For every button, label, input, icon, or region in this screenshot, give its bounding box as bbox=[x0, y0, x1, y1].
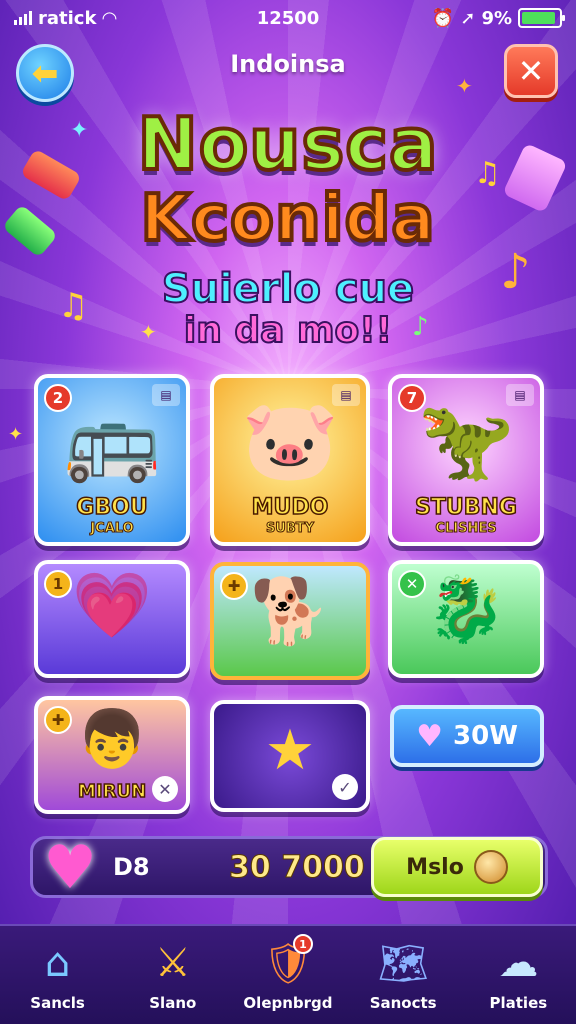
map-icon: 🗺 bbox=[377, 940, 429, 987]
nav-label: Slano bbox=[149, 994, 197, 1012]
tile-subtitle: CLISHES bbox=[435, 521, 497, 537]
wallet-amount: 30 7000 bbox=[229, 850, 366, 886]
status-right: ⏰ ➚ 9% bbox=[431, 7, 565, 29]
tagline-line-1: Suierlo cue bbox=[161, 265, 415, 313]
nav-item-battle[interactable]: ⚔ Slano bbox=[118, 926, 228, 1024]
signal-icon bbox=[14, 11, 32, 25]
logo-line-1: Nousca bbox=[135, 100, 439, 188]
close-icon: ✕ bbox=[517, 52, 545, 90]
nav-label: Olepnbrgd bbox=[243, 994, 333, 1012]
game-tile[interactable]: ✕ 🐉 bbox=[388, 560, 544, 678]
wallet-action-button[interactable]: Mslo bbox=[371, 837, 543, 897]
location-icon: ➚ bbox=[460, 7, 476, 29]
tagline-line-2: in da mo!! bbox=[183, 309, 393, 352]
tile-title: STUBNG bbox=[414, 494, 517, 521]
tile-check-button[interactable]: ✓ bbox=[332, 774, 358, 800]
game-tile[interactable]: 2 ▤ 🚌 GBOU JCALO bbox=[34, 374, 190, 546]
wallet-button-label: Mslo bbox=[406, 854, 464, 880]
game-tile[interactable]: ▤ 🐷 MUDO SUBTY bbox=[210, 374, 370, 546]
tile-subtitle: SUBTY bbox=[265, 521, 315, 537]
tile-subtitle: JCALO bbox=[90, 521, 134, 537]
score-value: 30W bbox=[453, 721, 518, 751]
status-bar: ratick ◠ 12500 ⏰ ➚ 9% bbox=[0, 0, 576, 36]
carrier-label: ratick bbox=[38, 7, 97, 29]
wifi-icon: ◠ bbox=[102, 7, 117, 29]
sparkle-icon: ✦ bbox=[8, 424, 24, 445]
logo-line-2: Kconida bbox=[139, 180, 437, 258]
rainbow-heart-icon: ♥ bbox=[43, 833, 97, 903]
sword-shield-icon: ⚔ bbox=[154, 940, 191, 986]
heart-icon: ♥ bbox=[416, 718, 444, 754]
notification-badge: 1 bbox=[292, 934, 313, 954]
game-tile[interactable]: ✚ 👦 MIRUN ✕ bbox=[34, 696, 190, 814]
kid-icon: 👦 bbox=[77, 707, 147, 772]
dinosaur-icon: 🦖 bbox=[417, 396, 515, 486]
game-tile[interactable]: ★ ✓ bbox=[210, 700, 370, 812]
nav-item-home[interactable]: ⌂ Sancls bbox=[3, 926, 113, 1024]
home-icon: ⌂ bbox=[44, 940, 71, 986]
bus-icon: 🚌 bbox=[63, 396, 161, 486]
dragon-icon: 🐉 bbox=[426, 573, 506, 647]
game-tile[interactable]: 7 ▤ 🦖 STUBNG CLISHES bbox=[388, 374, 544, 546]
tile-title: GBOU bbox=[76, 494, 149, 521]
status-left: ratick ◠ bbox=[14, 8, 116, 29]
wallet-label: D8 bbox=[113, 853, 150, 881]
nav-item-players[interactable]: ☁ Platies bbox=[463, 926, 573, 1024]
nav-label: Platies bbox=[489, 994, 548, 1012]
battery-percent: 9% bbox=[481, 7, 512, 29]
coin-icon bbox=[473, 850, 508, 884]
nav-label: Sanocts bbox=[369, 994, 437, 1012]
nav-item-challenges[interactable]: 🛡 1 Olepnbrgd bbox=[233, 926, 343, 1024]
cloud-icon: ☁ bbox=[498, 940, 539, 986]
score-pill[interactable]: ♥ 30W bbox=[390, 705, 544, 767]
battery-icon bbox=[518, 8, 565, 28]
page-title: Indoinsa bbox=[230, 50, 346, 78]
dog-icon: 🐕 bbox=[250, 575, 330, 649]
tile-close-button[interactable]: ✕ bbox=[152, 776, 178, 802]
nav-item-map[interactable]: 🗺 Sanocts bbox=[348, 926, 458, 1024]
character-icon: 🐷 bbox=[241, 396, 339, 486]
nav-label: Sancls bbox=[30, 994, 85, 1012]
game-tile[interactable]: 1 💗 bbox=[34, 560, 190, 678]
wallet-bar: ♥ D8 30 7000 Mslo bbox=[30, 833, 548, 903]
heart-icon: 💗 bbox=[72, 569, 152, 643]
close-button[interactable]: ✕ bbox=[504, 44, 558, 98]
bottom-nav: ⌂ Sancls ⚔ Slano 🛡 1 Olepnbrgd 🗺 Sanocts… bbox=[0, 924, 576, 1024]
alarm-icon: ⏰ bbox=[431, 7, 455, 29]
game-tile[interactable]: ✚ 🐕 bbox=[210, 562, 370, 680]
tile-title: MUDO bbox=[251, 494, 329, 521]
